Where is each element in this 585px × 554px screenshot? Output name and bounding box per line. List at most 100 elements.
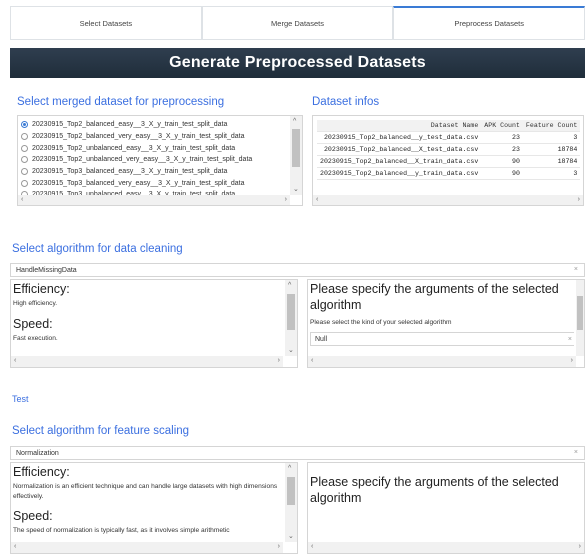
table-cell: 20230915_Top2_balanced__y_train_data.csv bbox=[317, 167, 482, 180]
dataset-option[interactable]: 20230915_Top2_balanced_very_easy__3_X_y_… bbox=[21, 131, 290, 143]
scroll-thumb[interactable] bbox=[292, 129, 300, 167]
tab-merge-datasets[interactable]: Merge Datasets bbox=[201, 6, 394, 39]
scroll-right-icon[interactable]: › bbox=[285, 196, 287, 204]
scroll-left-icon[interactable]: ‹ bbox=[21, 196, 23, 204]
efficiency-text: Normalization is an efficient technique … bbox=[13, 483, 278, 500]
algorithm-kind-select[interactable]: Null × bbox=[310, 332, 574, 347]
algorithm-kind-value: Null bbox=[315, 335, 328, 343]
scaling-algorithm-select[interactable]: Normalization × bbox=[10, 446, 585, 460]
radio-button[interactable] bbox=[21, 179, 28, 187]
table-cell: 20230915_Top2_balanced__X_test_data.csv bbox=[317, 143, 482, 156]
table-cell: 18784 bbox=[522, 155, 581, 168]
scroll-thumb[interactable] bbox=[287, 294, 295, 330]
efficiency-heading: Efficiency: bbox=[13, 282, 70, 296]
scroll-thumb[interactable] bbox=[287, 477, 295, 505]
cleaning-arguments-box: Please specify the arguments of the sele… bbox=[307, 279, 585, 368]
scroll-left-icon[interactable]: ‹ bbox=[14, 543, 16, 551]
page-banner: Generate Preprocessed Datasets bbox=[10, 48, 585, 78]
radio-button[interactable] bbox=[21, 156, 28, 164]
table-cell: 3 bbox=[522, 131, 581, 144]
scroll-down-icon[interactable]: ⌄ bbox=[288, 533, 294, 541]
dataset-option[interactable]: 20230915_Top2_unbalanced_very_easy__3_X_… bbox=[21, 154, 290, 166]
efficiency-text: High efficiency. bbox=[13, 300, 58, 307]
dataset-option[interactable]: 20230915_Top2_balanced_easy__3_X_y_train… bbox=[21, 119, 290, 131]
dataset-option[interactable]: 20230915_Top2_unbalanced_easy__3_X_y_tra… bbox=[21, 142, 290, 154]
horizontal-scrollbar[interactable]: ‹ › bbox=[313, 195, 583, 205]
tab-preprocess-datasets[interactable]: Preprocess Datasets bbox=[393, 6, 585, 39]
vertical-scrollbar[interactable]: ^ ⌄ bbox=[285, 463, 297, 542]
scaling-heading: Select algorithm for feature scaling bbox=[12, 425, 190, 437]
scroll-right-icon[interactable]: › bbox=[278, 543, 280, 551]
scroll-left-icon[interactable]: ‹ bbox=[14, 357, 16, 365]
merged-dataset-heading: Select merged dataset for preprocessing bbox=[17, 96, 225, 108]
table-cell: 20230915_Top2_balanced__y_test_data.csv bbox=[317, 131, 482, 144]
scroll-left-icon[interactable]: ‹ bbox=[311, 357, 313, 365]
horizontal-scrollbar[interactable]: ‹ › bbox=[11, 542, 283, 553]
cleaning-info-box: Efficiency: High efficiency. Speed: Fast… bbox=[10, 279, 298, 368]
efficiency-heading: Efficiency: bbox=[13, 465, 70, 479]
scroll-up-icon[interactable]: ^ bbox=[288, 282, 291, 290]
scroll-thumb[interactable] bbox=[577, 296, 583, 330]
scroll-right-icon[interactable]: › bbox=[579, 543, 581, 551]
scroll-right-icon[interactable]: › bbox=[578, 196, 580, 204]
test-label: Test bbox=[12, 394, 29, 404]
tab-select-datasets[interactable]: Select Datasets bbox=[10, 6, 202, 39]
column-header: Feature Count bbox=[522, 120, 581, 132]
clear-icon[interactable]: × bbox=[574, 449, 578, 456]
table-cell: 20230915_Top2_balanced__X_train_data.csv bbox=[317, 155, 482, 168]
vertical-scrollbar[interactable]: ^ ⌄ bbox=[285, 280, 297, 356]
table-cell: 23 bbox=[481, 143, 523, 156]
radio-button[interactable] bbox=[21, 121, 28, 129]
column-header: Dataset Name bbox=[317, 120, 482, 132]
scroll-up-icon[interactable]: ^ bbox=[293, 118, 296, 126]
scroll-down-icon[interactable]: ⌄ bbox=[293, 186, 299, 194]
arguments-title: Please specify the arguments of the sele… bbox=[310, 475, 559, 505]
page-title: Generate Preprocessed Datasets bbox=[169, 54, 426, 71]
vertical-scrollbar[interactable]: ^ ⌄ bbox=[290, 116, 302, 195]
scroll-down-icon[interactable]: ⌄ bbox=[288, 347, 294, 355]
table-cell: 23 bbox=[481, 131, 523, 144]
horizontal-scrollbar[interactable]: ‹ › bbox=[308, 542, 584, 553]
table-row: 20230915_Top2_balanced__y_test_data.csv … bbox=[317, 131, 581, 144]
arguments-title: Please specify the arguments of the sele… bbox=[310, 282, 559, 312]
horizontal-scrollbar[interactable]: ‹ › bbox=[11, 356, 283, 367]
table-row: 20230915_Top2_balanced__X_train_data.csv… bbox=[317, 155, 581, 168]
dataset-option-label: 20230915_Top2_balanced_easy__3_X_y_train… bbox=[32, 121, 228, 129]
radio-button[interactable] bbox=[21, 144, 28, 152]
dataset-option[interactable]: 20230915_Top3_balanced_easy__3_X_y_train… bbox=[21, 166, 290, 178]
dataset-option-label: 20230915_Top2_balanced_very_easy__3_X_y_… bbox=[32, 133, 245, 141]
cleaning-heading: Select algorithm for data cleaning bbox=[12, 243, 183, 255]
merged-dataset-list: 20230915_Top2_balanced_easy__3_X_y_train… bbox=[17, 115, 303, 206]
speed-heading: Speed: bbox=[13, 316, 53, 331]
arguments-subtitle: Please select the kind of your selected … bbox=[310, 319, 452, 327]
horizontal-scrollbar[interactable]: ‹ › bbox=[308, 356, 576, 367]
scroll-right-icon[interactable]: › bbox=[571, 357, 573, 365]
scroll-left-icon[interactable]: ‹ bbox=[316, 196, 318, 204]
clear-icon[interactable]: × bbox=[574, 266, 578, 273]
table-cell: 90 bbox=[481, 167, 523, 180]
cleaning-selected-value: HandleMissingData bbox=[16, 266, 77, 274]
cleaning-algorithm-select[interactable]: HandleMissingData × bbox=[10, 263, 585, 277]
radio-button[interactable] bbox=[21, 133, 28, 141]
dataset-option-label: 20230915_Top2_unbalanced_very_easy__3_X_… bbox=[32, 156, 253, 164]
table-row: 20230915_Top2_balanced__y_train_data.csv… bbox=[317, 167, 581, 180]
dataset-infos-table: Dataset Name APK Count Feature Count 202… bbox=[317, 120, 581, 180]
horizontal-scrollbar[interactable]: ‹ › bbox=[18, 195, 290, 205]
speed-text: Fast execution. bbox=[13, 334, 58, 342]
dataset-infos-heading: Dataset infos bbox=[312, 96, 380, 108]
tab-bar: Select Datasets Merge Datasets Preproces… bbox=[10, 6, 585, 40]
clear-icon[interactable]: × bbox=[568, 336, 572, 343]
dataset-option[interactable]: 20230915_Top3_balanced_very_easy__3_X_y_… bbox=[21, 177, 290, 189]
scroll-left-icon[interactable]: ‹ bbox=[311, 543, 313, 551]
speed-heading: Speed: bbox=[13, 509, 53, 524]
table-row: 20230915_Top2_balanced__X_test_data.csv … bbox=[317, 143, 581, 156]
scaling-info-box: Efficiency: Normalization is an efficien… bbox=[10, 462, 298, 554]
radio-button[interactable] bbox=[21, 168, 28, 176]
scroll-up-icon[interactable]: ^ bbox=[288, 465, 291, 473]
column-header: APK Count bbox=[481, 120, 523, 132]
merged-dataset-options: 20230915_Top2_balanced_easy__3_X_y_train… bbox=[18, 116, 290, 195]
dataset-option-label: 20230915_Top2_unbalanced_easy__3_X_y_tra… bbox=[32, 144, 236, 152]
scroll-right-icon[interactable]: › bbox=[278, 357, 280, 365]
dataset-infos-table-container: Dataset Name APK Count Feature Count 202… bbox=[312, 115, 584, 206]
vertical-scrollbar[interactable] bbox=[576, 280, 584, 356]
